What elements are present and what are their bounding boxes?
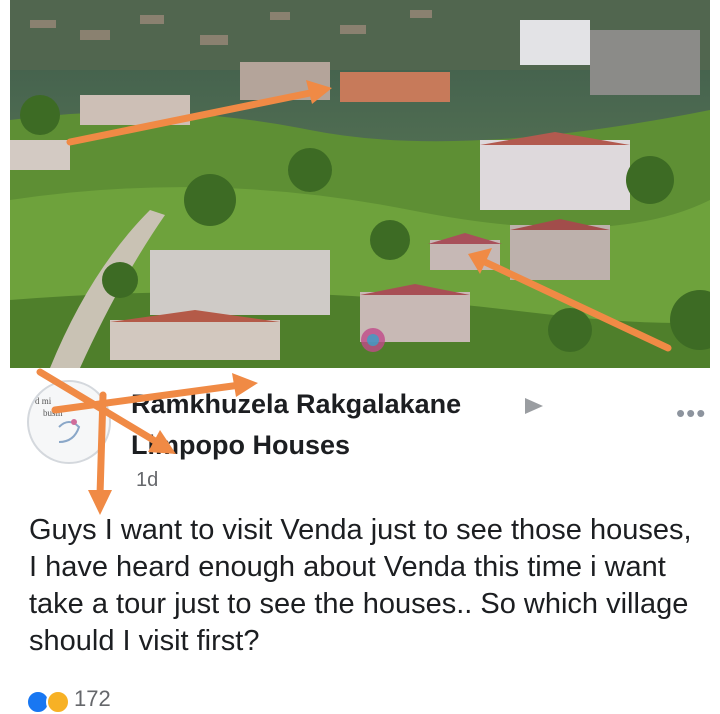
post-text: Guys I want to visit Venda just to see t… bbox=[29, 514, 692, 657]
avatar[interactable]: d mi busin bbox=[27, 380, 111, 464]
haha-reaction-icon[interactable] bbox=[46, 690, 70, 714]
play-arrow-icon bbox=[525, 398, 543, 414]
more-horizontal-icon[interactable]: ••• bbox=[676, 398, 706, 429]
post-author[interactable]: Ramkhuzela Rakgalakane bbox=[131, 389, 461, 420]
reaction-count[interactable]: 172 bbox=[74, 686, 111, 712]
houses-photo[interactable] bbox=[10, 0, 710, 368]
post-time[interactable]: 1d bbox=[136, 469, 158, 492]
group-name[interactable]: Limpopo Houses bbox=[131, 430, 350, 461]
